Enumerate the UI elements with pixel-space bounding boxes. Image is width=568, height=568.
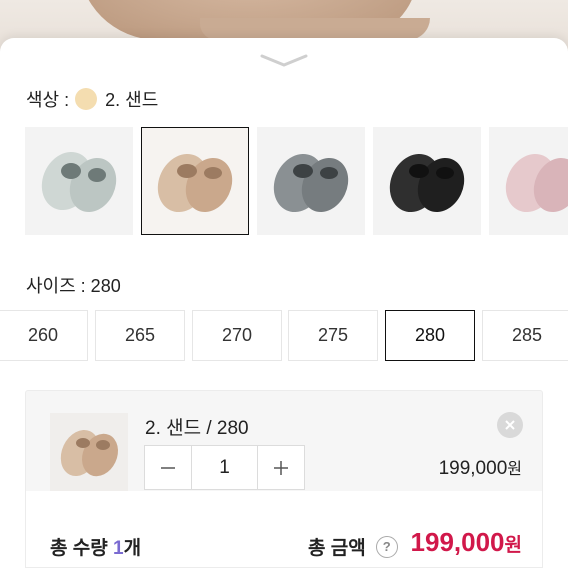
size-option-270[interactable]: 270 — [192, 310, 282, 361]
help-icon[interactable]: ? — [375, 535, 398, 558]
size-option-265[interactable]: 265 — [95, 310, 185, 361]
size-section-label: 사이즈 : 280 — [26, 272, 121, 298]
color-label: 색상 : — [26, 90, 70, 110]
color-option-pink[interactable] — [489, 127, 568, 235]
item-price-currency: 원 — [507, 461, 522, 478]
total-quantity-value: 1 — [113, 538, 124, 559]
size-option-260[interactable]: 260 — [0, 310, 88, 361]
color-option-black[interactable] — [373, 127, 481, 235]
size-label: 사이즈 : 280 — [26, 276, 121, 296]
color-option-sand[interactable] — [141, 127, 249, 235]
total-amount: 199,000원 — [411, 527, 522, 558]
size-options: 260 265 270 275 280 285 — [0, 310, 568, 364]
color-option-mint-grey[interactable] — [25, 127, 133, 235]
color-options — [25, 127, 568, 237]
item-price-value: 199,000 — [438, 458, 508, 479]
color-selected-value: 2. 샌드 — [105, 90, 159, 110]
total-amount-value: 199,000 — [410, 527, 505, 557]
close-icon — [505, 420, 515, 430]
total-amount-currency: 원 — [504, 535, 522, 556]
shoe-pink-icon — [505, 153, 568, 213]
minus-icon — [161, 466, 175, 469]
color-section-label: 색상 : 2. 샌드 — [26, 86, 158, 112]
size-option-280[interactable]: 280 — [385, 310, 475, 361]
plus-icon — [274, 460, 288, 475]
shoe-sand-icon — [60, 429, 118, 477]
selected-item-thumbnail — [50, 413, 128, 491]
collapse-chevron-icon[interactable] — [258, 52, 310, 68]
total-amount-label: 총 금액 — [308, 538, 366, 559]
shoe-sole-image — [200, 18, 430, 40]
color-option-grey[interactable] — [257, 127, 365, 235]
size-option-285[interactable]: 285 — [482, 310, 568, 361]
total-quantity-prefix: 총 수량 — [50, 538, 113, 559]
selected-item-name: 2. 샌드 / 280 — [145, 418, 249, 439]
shoe-sand-icon — [157, 153, 233, 213]
quantity-stepper: 1 — [144, 445, 305, 490]
total-quantity-suffix: 개 — [123, 538, 142, 559]
color-swatch-icon — [75, 88, 98, 110]
shoe-grey-icon — [273, 153, 349, 213]
remove-item-button[interactable] — [497, 412, 523, 438]
decrease-quantity-button[interactable] — [145, 446, 191, 489]
size-option-275[interactable]: 275 — [288, 310, 378, 361]
total-quantity: 총 수량 1개 — [50, 533, 141, 560]
shoe-black-icon — [389, 153, 465, 213]
total-summary: 총 수량 1개 총 금액 ? 199,000원 — [25, 491, 543, 568]
increase-quantity-button[interactable] — [258, 446, 304, 489]
shoe-mint-grey-icon — [41, 151, 117, 213]
quantity-value[interactable]: 1 — [191, 446, 258, 489]
item-price: 199,000원 — [439, 455, 522, 480]
total-amount-label-group: 총 금액 ? — [308, 533, 398, 560]
